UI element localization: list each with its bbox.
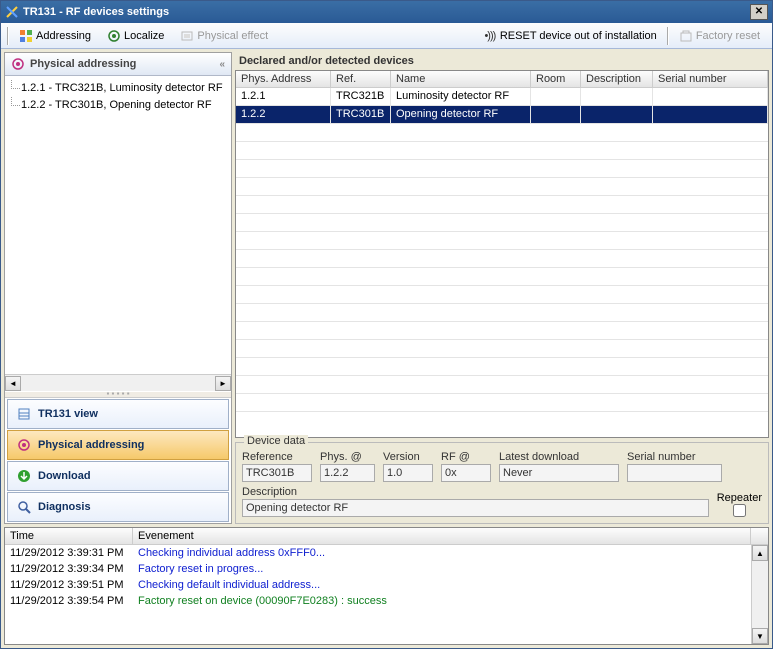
physical-effect-button[interactable]: Physical effect [173,26,275,46]
list-icon [16,406,32,422]
factory-reset-icon [679,29,693,43]
content-area: Physical addressing « 1.2.1 - TRC321B, L… [1,49,772,527]
label-serial-number: Serial number [627,451,722,463]
log-row[interactable]: 11/29/2012 3:39:51 PMChecking default in… [5,577,751,593]
repeater-checkbox[interactable] [733,504,746,517]
grid-header: Phys. Address Ref. Name Room Description… [236,71,768,88]
reset-device-button[interactable]: •))) RESET device out of installation [476,26,664,46]
section-title: Declared and/or detected devices [235,52,769,70]
device-data-panel: Device data Reference Phys. @ Version [235,442,769,524]
field-description [242,499,709,517]
log-col-event[interactable]: Evenement [133,528,751,544]
app-icon [5,5,19,19]
addressing-button[interactable]: Addressing [12,26,98,46]
nav-buttons: TR131 view Physical addressing Download … [5,398,231,523]
device-data-legend: Device data [244,435,308,447]
download-icon [16,468,32,484]
label-rf-at: RF @ [441,451,491,463]
label-description: Description [242,486,709,498]
right-pane: Declared and/or detected devices Phys. A… [235,52,769,524]
label-phys-at: Phys. @ [320,451,375,463]
label-version: Version [383,451,433,463]
window-title: TR131 - RF devices settings [23,6,169,18]
devices-grid: Phys. Address Ref. Name Room Description… [235,70,769,438]
table-row[interactable]: 1.2.1TRC321BLuminosity detector RF [236,88,768,106]
scroll-up[interactable]: ▲ [752,545,768,561]
col-serial[interactable]: Serial number [653,71,768,87]
col-room[interactable]: Room [531,71,581,87]
nav-physical-addressing[interactable]: Physical addressing [7,430,229,460]
field-latest-download [499,464,619,482]
nav-download[interactable]: Download [7,461,229,491]
nav-tr131-view[interactable]: TR131 view [7,399,229,429]
physical-effect-icon [180,29,194,43]
tree-item[interactable]: 1.2.2 - TRC301B, Opening detector RF [7,97,229,114]
log-row[interactable]: 11/29/2012 3:39:34 PMFactory reset in pr… [5,561,751,577]
localize-button[interactable]: Localize [100,26,171,46]
field-rf-at [441,464,491,482]
nav-diagnosis[interactable]: Diagnosis [7,492,229,522]
table-row[interactable]: 1.2.2TRC301BOpening detector RF [236,106,768,124]
log-col-time[interactable]: Time [5,528,133,544]
close-button[interactable]: ✕ [750,4,768,20]
log-header: Time Evenement [5,528,768,545]
scroll-right[interactable]: ► [215,376,231,391]
chevron-left-icon: « [219,59,225,70]
app-window: TR131 - RF devices settings ✕ Addressing… [0,0,773,649]
splitter[interactable]: ▪ ▪ ▪ ▪ ▪ [5,391,231,398]
toolbar: Addressing Localize Physical effect •)))… [1,23,772,49]
log-scrollbar[interactable]: ▲ ▼ [751,545,768,644]
target-icon [11,57,25,71]
col-phys-address[interactable]: Phys. Address [236,71,331,87]
target-icon [16,437,32,453]
field-serial-number [627,464,722,482]
log-row[interactable]: 11/29/2012 3:39:31 PMChecking individual… [5,545,751,561]
col-name[interactable]: Name [391,71,531,87]
label-repeater: Repeater [717,492,762,504]
col-description[interactable]: Description [581,71,653,87]
log-pane: Time Evenement 11/29/2012 3:39:31 PMChec… [4,527,769,645]
tree-item[interactable]: 1.2.1 - TRC321B, Luminosity detector RF [7,80,229,97]
left-pane: Physical addressing « 1.2.1 - TRC321B, L… [4,52,232,524]
field-phys-at [320,464,375,482]
scroll-down[interactable]: ▼ [752,628,768,644]
signal-icon: •))) [483,29,497,43]
magnifier-icon [16,499,32,515]
factory-reset-button[interactable]: Factory reset [672,26,767,46]
field-reference [242,464,312,482]
device-tree: 1.2.1 - TRC321B, Luminosity detector RF … [5,76,231,374]
log-row[interactable]: 11/29/2012 3:39:54 PMFactory reset on de… [5,593,751,609]
localize-icon [107,29,121,43]
col-ref[interactable]: Ref. [331,71,391,87]
label-latest-download: Latest download [499,451,619,463]
label-reference: Reference [242,451,312,463]
titlebar: TR131 - RF devices settings ✕ [1,1,772,23]
physical-addressing-header[interactable]: Physical addressing « [5,53,231,76]
addressing-icon [19,29,33,43]
log-col-blank [751,528,768,544]
scroll-left[interactable]: ◄ [5,376,21,391]
field-version [383,464,433,482]
